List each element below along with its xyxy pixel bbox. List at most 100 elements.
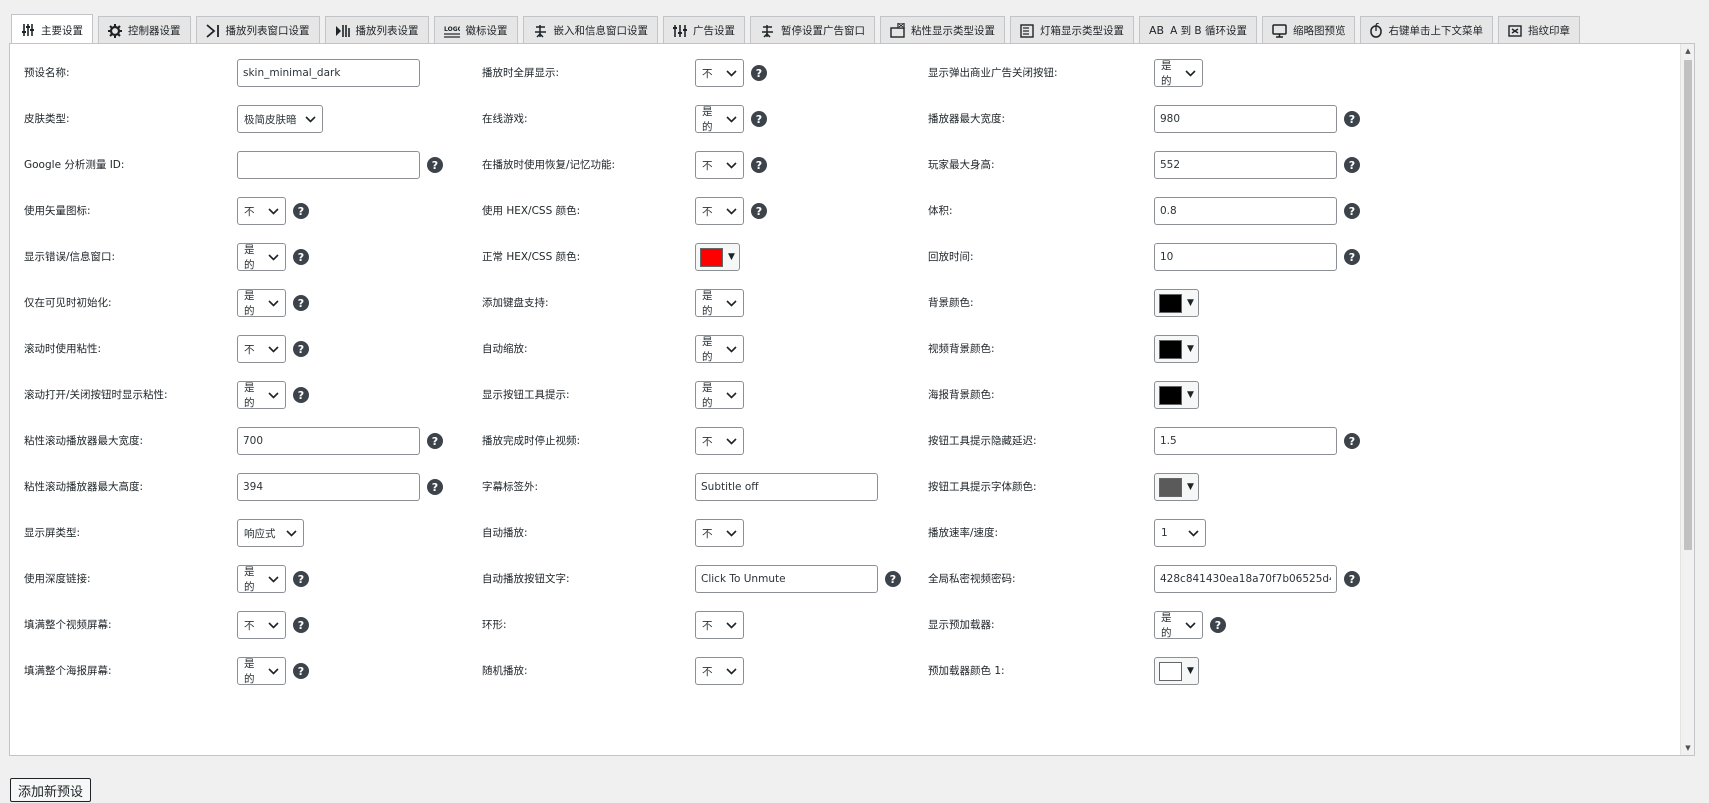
setting-select[interactable]: 是的 [1154, 59, 1203, 87]
setting-select[interactable]: 是的 [237, 565, 286, 593]
setting-text-input[interactable] [1154, 105, 1337, 133]
chevron-down-icon [305, 115, 316, 123]
setting-select[interactable]: 是的 [237, 243, 286, 271]
help-icon[interactable]: ? [1344, 157, 1360, 173]
help-icon[interactable]: ? [293, 295, 309, 311]
setting-select[interactable]: 是的 [1154, 611, 1203, 639]
setting-label: 预加载器颜色 1: [928, 665, 1005, 677]
tab-embed[interactable]: 嵌入和信息窗口设置 [522, 16, 658, 44]
setting-label: 全局私密视频密码: [928, 573, 1016, 585]
scroll-down-arrow-icon[interactable]: ▼ [1681, 741, 1694, 755]
setting-select[interactable]: 不 [695, 427, 744, 455]
setting-select[interactable]: 不 [695, 197, 744, 225]
help-icon[interactable]: ? [885, 571, 901, 587]
setting-text-input[interactable] [1154, 427, 1337, 455]
tab-thumbnail-preview[interactable]: 缩略图预览 [1261, 16, 1356, 44]
tab-mouse[interactable]: 右键单击上下文菜单 [1360, 16, 1493, 44]
help-icon[interactable]: ? [427, 479, 443, 495]
setting-label: 粘性滚动播放器最大高度: [24, 481, 144, 493]
scrollbar-thumb[interactable] [1684, 60, 1692, 550]
color-picker[interactable]: ▼ [1154, 289, 1199, 317]
help-icon[interactable]: ? [293, 203, 309, 219]
help-icon[interactable]: ? [427, 157, 443, 173]
setting-select[interactable]: 是的 [237, 289, 286, 317]
color-picker[interactable]: ▼ [1154, 335, 1199, 363]
logo-icon: LOGO [443, 24, 460, 38]
setting-text-input[interactable] [237, 59, 420, 87]
setting-select[interactable]: 不 [695, 59, 744, 87]
help-icon[interactable]: ? [427, 433, 443, 449]
color-picker[interactable]: ▼ [1154, 473, 1199, 501]
setting-select[interactable]: 响应式 [237, 519, 304, 547]
help-icon[interactable]: ? [751, 157, 767, 173]
setting-text-input[interactable] [695, 565, 878, 593]
setting-select[interactable]: 不 [695, 657, 744, 685]
help-icon[interactable]: ? [1344, 203, 1360, 219]
setting-control: ▼ [1154, 289, 1199, 317]
setting-text-input[interactable] [695, 473, 878, 501]
setting-text-input[interactable] [237, 151, 420, 179]
tab-pause-ad[interactable]: 暂停设置广告窗口 [750, 16, 875, 44]
setting-select[interactable]: 不 [237, 197, 286, 225]
help-icon[interactable]: ? [293, 249, 309, 265]
tab-sliders[interactable]: 主要设置 [11, 14, 93, 45]
setting-select[interactable]: 极简皮肤暗 [237, 105, 323, 133]
setting-select[interactable]: 是的 [695, 335, 744, 363]
vertical-scrollbar[interactable]: ▲ ▼ [1680, 44, 1694, 755]
tab-sticky-display[interactable]: 粘性显示类型设置 [880, 16, 1005, 44]
setting-control: ▼ [1154, 473, 1199, 501]
setting-select[interactable]: 1 [1154, 519, 1206, 547]
tab-label: 控制器设置 [128, 25, 181, 37]
setting-text-input[interactable] [237, 473, 420, 501]
setting-label: 播放完成时停止视频: [482, 435, 581, 447]
help-icon[interactable]: ? [293, 387, 309, 403]
setting-select[interactable]: 是的 [237, 657, 286, 685]
tab-gear[interactable]: 控制器设置 [98, 16, 191, 44]
setting-select[interactable]: 是的 [695, 381, 744, 409]
color-picker[interactable]: ▼ [1154, 381, 1199, 409]
tab-lightbox[interactable]: 灯箱显示类型设置 [1010, 16, 1134, 44]
help-icon[interactable]: ? [1344, 433, 1360, 449]
setting-text-input[interactable] [1154, 565, 1337, 593]
help-icon[interactable]: ? [293, 663, 309, 679]
tab-logo[interactable]: LOGO 徽标设置 [433, 16, 518, 44]
setting-row: 玩家最大身高:? [928, 151, 1368, 179]
setting-text-input[interactable] [1154, 151, 1337, 179]
setting-row: 使用深度链接: 是的? [24, 565, 464, 593]
color-picker[interactable]: ▼ [1154, 657, 1199, 685]
scroll-up-arrow-icon[interactable]: ▲ [1681, 44, 1694, 58]
ab-loop-icon: AB [1149, 24, 1165, 37]
help-icon[interactable]: ? [293, 341, 309, 357]
help-icon[interactable]: ? [1344, 249, 1360, 265]
tab-ads[interactable]: 广告设置 [663, 16, 745, 44]
setting-select[interactable]: 不 [237, 611, 286, 639]
add-new-preset-button[interactable]: 添加新预设 [10, 778, 92, 802]
select-value: 是的 [702, 336, 713, 363]
tab-playlist-window[interactable]: 播放列表窗口设置 [195, 16, 320, 44]
chevron-down-icon [268, 345, 279, 353]
help-icon[interactable]: ? [1344, 571, 1360, 587]
setting-select[interactable]: 是的 [237, 381, 286, 409]
setting-text-input[interactable] [237, 427, 420, 455]
tab-fingerprint-stamp[interactable]: 指纹印章 [1497, 16, 1580, 44]
setting-select[interactable]: 不 [237, 335, 286, 363]
setting-select[interactable]: 不 [695, 519, 744, 547]
tab-playlist[interactable]: 播放列表设置 [324, 16, 429, 44]
setting-select[interactable]: 是的 [695, 289, 744, 317]
setting-select[interactable]: 不 [695, 611, 744, 639]
setting-row: 粘性滚动播放器最大高度:? [24, 473, 464, 501]
help-icon[interactable]: ? [1344, 111, 1360, 127]
help-icon[interactable]: ? [1210, 617, 1226, 633]
tab-ab-loop[interactable]: AB A 到 B 循环设置 [1139, 16, 1257, 44]
help-icon[interactable]: ? [293, 617, 309, 633]
setting-select[interactable]: 是的 [695, 105, 744, 133]
setting-text-input[interactable] [1154, 197, 1337, 225]
help-icon[interactable]: ? [751, 111, 767, 127]
help-icon[interactable]: ? [751, 65, 767, 81]
setting-label: 按钮工具提示隐藏延迟: [928, 435, 1037, 447]
color-picker[interactable]: ▼ [695, 243, 740, 271]
help-icon[interactable]: ? [293, 571, 309, 587]
help-icon[interactable]: ? [751, 203, 767, 219]
setting-text-input[interactable] [1154, 243, 1337, 271]
setting-select[interactable]: 不 [695, 151, 744, 179]
